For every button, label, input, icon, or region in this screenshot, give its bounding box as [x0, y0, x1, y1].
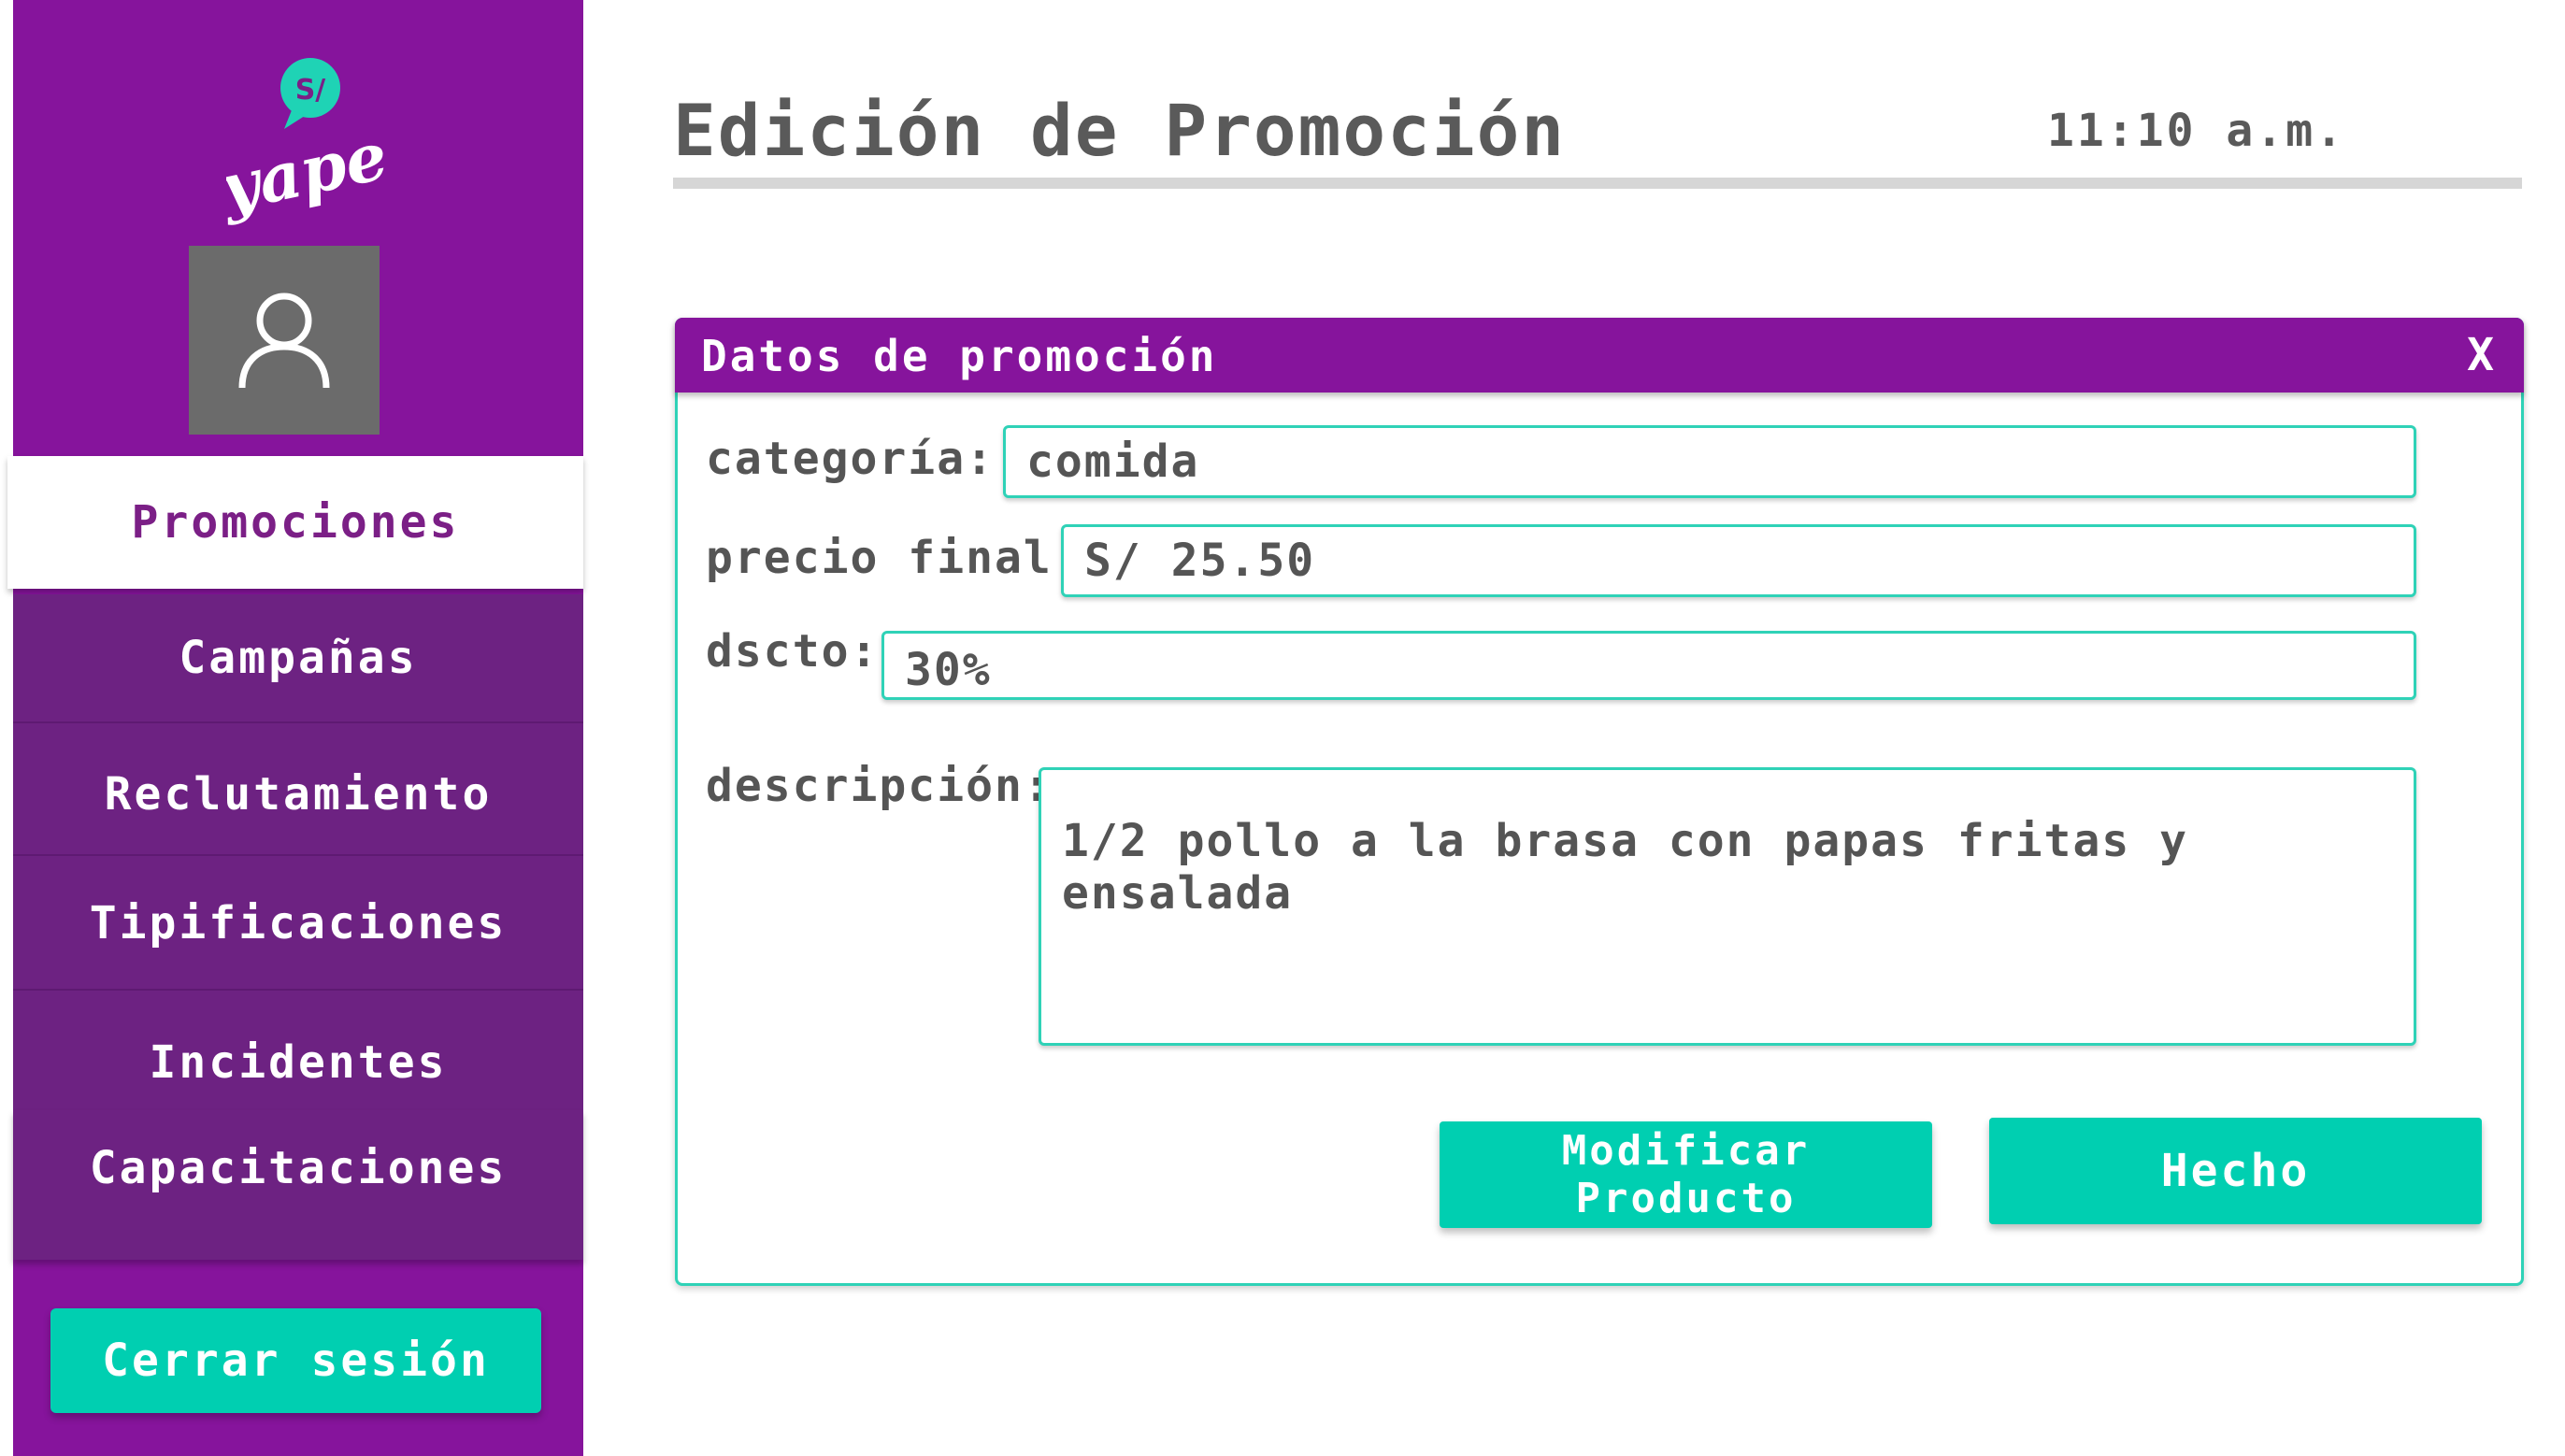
brand-badge-text: S/	[295, 74, 326, 107]
sidebar-item-label: Promociones	[131, 496, 460, 549]
modify-product-button[interactable]: Modificar Producto	[1440, 1121, 1932, 1228]
promotion-dialog: Datos de promoción X categoría: comida p…	[675, 318, 2524, 1286]
title-divider	[673, 178, 2522, 189]
dscto-label: dscto:	[706, 625, 880, 678]
categoria-label: categoría:	[706, 433, 995, 485]
brand-name-text: yape	[226, 117, 394, 228]
dscto-field[interactable]: 30%	[881, 631, 2416, 700]
close-icon[interactable]: X	[2467, 329, 2494, 381]
logout-button[interactable]: Cerrar sesión	[50, 1308, 541, 1413]
page-title: Edición de Promoción	[673, 89, 1567, 172]
yape-logo: S/ yape	[226, 58, 394, 228]
sidebar-item-label: Tipificaciones	[89, 897, 508, 949]
dialog-title: Datos de promoción	[701, 331, 1218, 381]
sidebar-item-label: Incidentes	[149, 1036, 448, 1089]
dialog-header: Datos de promoción X	[675, 318, 2524, 393]
user-icon	[238, 293, 330, 388]
sidebar-item-reclutamiento[interactable]: Reclutamiento	[13, 721, 583, 856]
sidebar-item-capacitaciones[interactable]: Capacitaciones	[13, 1110, 583, 1260]
sidebar-item-label: Reclutamiento	[104, 768, 493, 821]
descripcion-textarea[interactable]: 1/2 pollo a la brasa con papas fritas y …	[1039, 767, 2416, 1046]
precio-label: precio final:	[706, 532, 1082, 584]
sidebar-item-label: Campañas	[179, 632, 418, 684]
sidebar-item-promociones[interactable]: Promociones	[7, 456, 583, 589]
sidebar-item-incidentes[interactable]: Incidentes	[13, 989, 583, 1112]
avatar	[189, 246, 380, 435]
done-button[interactable]: Hecho	[1989, 1118, 2482, 1224]
descripcion-label: descripción:	[706, 760, 1053, 812]
sidebar: S/ yape Promociones Campañas Reclutamien…	[7, 0, 583, 1456]
precio-field[interactable]: S/ 25.50	[1061, 524, 2416, 597]
clock-time: 11:10 a.m.	[2047, 105, 2345, 157]
categoria-field[interactable]: comida	[1003, 425, 2416, 498]
sidebar-item-label: Capacitaciones	[89, 1142, 508, 1194]
sidebar-item-campanas[interactable]: Campañas	[13, 594, 583, 721]
sidebar-item-tipificaciones[interactable]: Tipificaciones	[13, 854, 583, 991]
